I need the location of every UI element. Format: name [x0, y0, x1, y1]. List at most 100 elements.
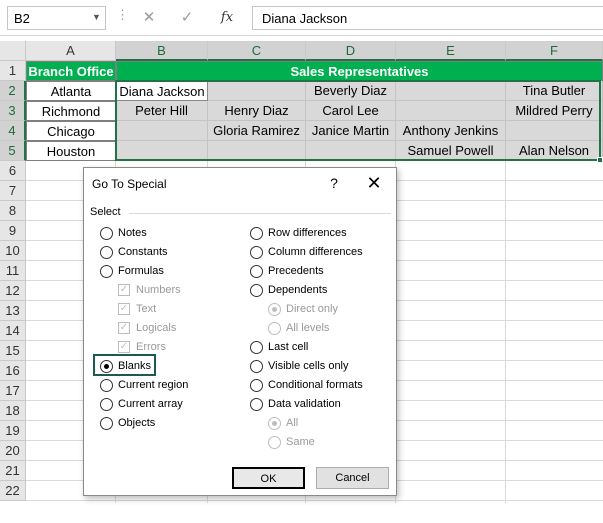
row-header[interactable]: 19: [0, 421, 26, 441]
cell-f4[interactable]: [506, 121, 603, 141]
cell-d2[interactable]: Beverly Diaz: [306, 81, 396, 101]
ok-button[interactable]: OK: [232, 467, 305, 489]
data-validation-label: Data validation: [268, 398, 341, 410]
formula-bar: B2 ▼ ⋮ ✕ ✓ fx Diana Jackson: [0, 0, 603, 36]
row-header[interactable]: 7: [0, 181, 26, 201]
cell-c4[interactable]: Gloria Ramirez: [208, 121, 306, 141]
cell-b3[interactable]: Peter Hill: [116, 101, 208, 121]
row-header[interactable]: 15: [0, 341, 26, 361]
current-region-radio[interactable]: [100, 379, 113, 392]
text-label: Text: [136, 303, 157, 315]
cell-a1[interactable]: Branch Office: [26, 61, 116, 81]
insert-function-icon[interactable]: fx: [213, 6, 241, 30]
cell-e4[interactable]: Anthony Jenkins: [396, 121, 506, 141]
cell-a5[interactable]: Houston: [26, 141, 116, 161]
visible-cells-only-radio[interactable]: [250, 360, 263, 373]
column-differences-label: Column differences: [268, 246, 363, 258]
cell-e5[interactable]: Samuel Powell: [396, 141, 506, 161]
all-radio: [268, 417, 281, 430]
row-differences-label: Row differences: [268, 227, 347, 239]
column-header-d[interactable]: D: [306, 41, 396, 61]
name-box-value: B2: [14, 11, 30, 26]
row-header[interactable]: 9: [0, 221, 26, 241]
conditional-formats-label: Conditional formats: [268, 379, 363, 391]
chevron-down-icon[interactable]: ▼: [92, 12, 101, 22]
formulas-radio[interactable]: [100, 265, 113, 278]
column-header-b[interactable]: B: [116, 41, 208, 61]
constants-label: Constants: [118, 246, 168, 258]
current-array-label: Current array: [118, 398, 183, 410]
formula-buttons: ✕ ✓ fx: [135, 6, 248, 30]
cell-e3[interactable]: [396, 101, 506, 121]
logicals-checkbox: ✓: [118, 322, 130, 334]
cell-f2[interactable]: Tina Butler: [506, 81, 603, 101]
row-header[interactable]: 20: [0, 441, 26, 461]
cell-b5[interactable]: [116, 141, 208, 161]
dependents-radio[interactable]: [250, 284, 263, 297]
last-cell-radio[interactable]: [250, 341, 263, 354]
objects-radio[interactable]: [100, 417, 113, 430]
row-header[interactable]: 16: [0, 361, 26, 381]
current-region-label: Current region: [118, 379, 189, 391]
cell-c3[interactable]: Henry Diaz: [208, 101, 306, 121]
enter-entry-icon[interactable]: ✓: [173, 6, 201, 30]
column-header-f[interactable]: F: [506, 41, 603, 61]
column-divider: [505, 161, 506, 503]
row-header[interactable]: 17: [0, 381, 26, 401]
all-levels-radio: [268, 322, 281, 335]
formula-input[interactable]: Diana Jackson: [252, 6, 603, 30]
cell-b2[interactable]: Diana Jackson: [116, 81, 208, 101]
blanks-radio[interactable]: [100, 360, 113, 373]
cell-a3[interactable]: Richmond: [26, 101, 116, 121]
cancel-entry-icon[interactable]: ✕: [135, 6, 163, 30]
cell-c2[interactable]: [208, 81, 306, 101]
cell-b4[interactable]: [116, 121, 208, 141]
cell-f5[interactable]: Alan Nelson: [506, 141, 603, 161]
row-header[interactable]: 6: [0, 161, 26, 181]
row-header[interactable]: 1: [0, 61, 26, 81]
name-box[interactable]: B2 ▼: [7, 6, 106, 30]
column-header-c[interactable]: C: [208, 41, 306, 61]
row-header[interactable]: 3: [0, 101, 26, 121]
row-header[interactable]: 14: [0, 321, 26, 341]
row-header[interactable]: 5: [0, 141, 26, 161]
row-header[interactable]: 13: [0, 301, 26, 321]
cell-e2[interactable]: [396, 81, 506, 101]
cell-a4[interactable]: Chicago: [26, 121, 116, 141]
precedents-radio[interactable]: [250, 265, 263, 278]
help-icon[interactable]: ?: [324, 173, 344, 193]
formula-input-value: Diana Jackson: [262, 11, 348, 26]
fill-handle[interactable]: [597, 157, 603, 163]
cell-d3[interactable]: Carol Lee: [306, 101, 396, 121]
column-differences-radio[interactable]: [250, 246, 263, 259]
notes-label: Notes: [118, 227, 147, 239]
drag-handle-icon[interactable]: ⋮: [116, 7, 129, 23]
row-header[interactable]: 22: [0, 481, 26, 501]
column-header-a[interactable]: A: [26, 41, 116, 61]
row-header[interactable]: 11: [0, 261, 26, 281]
cancel-button[interactable]: Cancel: [316, 467, 389, 489]
conditional-formats-radio[interactable]: [250, 379, 263, 392]
cell-a2[interactable]: Atlanta: [26, 81, 116, 101]
column-header-e[interactable]: E: [396, 41, 506, 61]
current-array-radio[interactable]: [100, 398, 113, 411]
row-header[interactable]: 10: [0, 241, 26, 261]
cell-c5[interactable]: [208, 141, 306, 161]
cell-b1-f1-merged[interactable]: Sales Representatives: [116, 61, 603, 81]
row-header[interactable]: 21: [0, 461, 26, 481]
blanks-label: Blanks: [118, 360, 152, 372]
cell-d5[interactable]: [306, 141, 396, 161]
row-header[interactable]: 8: [0, 201, 26, 221]
row-header[interactable]: 4: [0, 121, 26, 141]
notes-radio[interactable]: [100, 227, 113, 240]
close-icon[interactable]: ✕: [363, 173, 385, 193]
row-header[interactable]: 18: [0, 401, 26, 421]
select-all-corner[interactable]: [0, 41, 26, 61]
cell-f3[interactable]: Mildred Perry: [506, 101, 603, 121]
constants-radio[interactable]: [100, 246, 113, 259]
row-differences-radio[interactable]: [250, 227, 263, 240]
row-header[interactable]: 12: [0, 281, 26, 301]
row-header[interactable]: 2: [0, 81, 26, 101]
data-validation-radio[interactable]: [250, 398, 263, 411]
cell-d4[interactable]: Janice Martin: [306, 121, 396, 141]
